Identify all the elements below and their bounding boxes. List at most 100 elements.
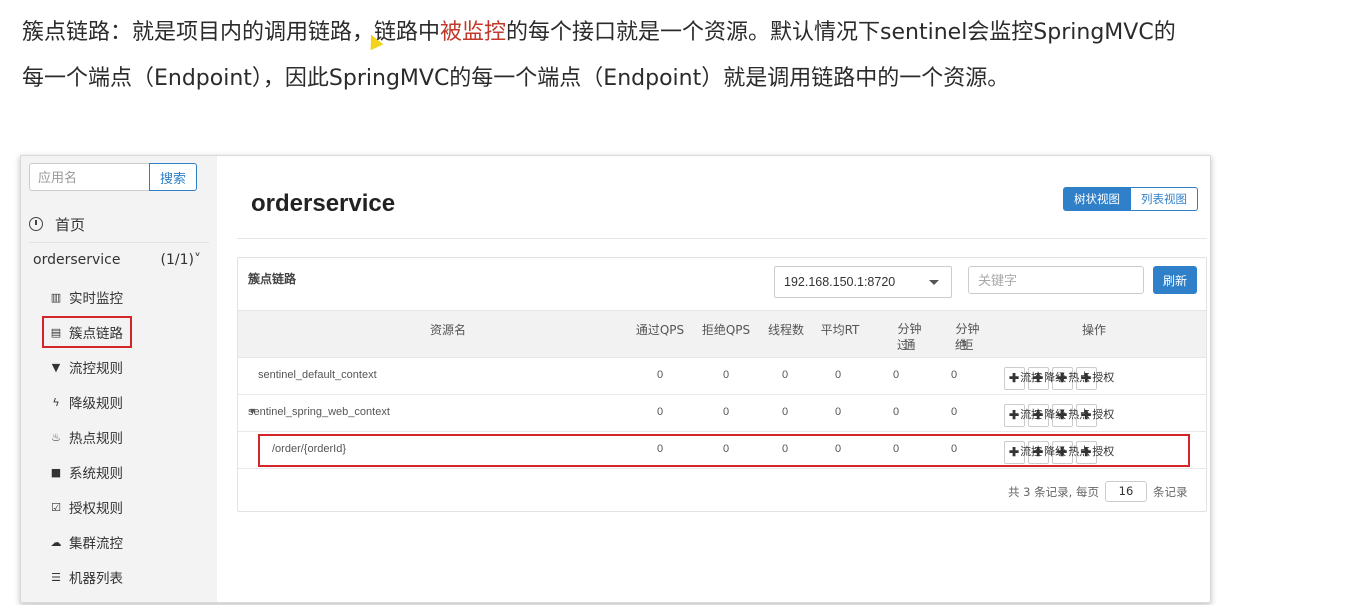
cell-threads: 0 [781, 406, 789, 418]
table-header: 资源名 通过QPS 拒绝QPS 线程数 平均RT 分钟通过 分钟拒绝 操作 [238, 310, 1206, 358]
cell-block-qps: 0 [722, 369, 730, 381]
main-content: orderservice 树状视图 列表视图 簇点链路 192.168.150.… [217, 156, 1210, 602]
column-header: 拒绝QPS [701, 323, 751, 337]
column-header-line: 绝 [955, 338, 968, 352]
app-count-text: (1/1) [160, 252, 194, 268]
table-row: ▼ sentinel_spring_web_context 0 0 0 0 0 0… [238, 396, 1206, 432]
sentinel-dashboard: 搜索 首页 orderservice (1/1)˅ ▥ 实时监控 ▤ 簇点链路 ▼ 流… [20, 155, 1211, 603]
cloud-icon: ☁ [50, 535, 62, 549]
op-label: 流控 [1020, 409, 1043, 421]
column-header: 操作 [1081, 323, 1106, 337]
sidebar-item-degrade-rules[interactable]: ϟ 降级规则 [49, 391, 123, 413]
row-actions: ✚ 流控 ✚ 降级 ✚ 热点 ✚ 授权 [1004, 367, 1114, 390]
sidebar-divider [29, 242, 209, 243]
nav-home-label: 首页 [55, 215, 86, 234]
caret-down-icon [929, 280, 939, 285]
sidebar-item-label: 授权规则 [69, 501, 123, 517]
cell-min-pass: 0 [892, 369, 900, 381]
highlight-box [258, 434, 1190, 467]
column-header-min-block: 分钟拒绝 [930, 321, 980, 352]
sidebar-item-label: 簇点链路 [69, 326, 123, 342]
column-header-min-pass: 分钟通过 [872, 321, 922, 352]
add-flow-rule-button[interactable]: ✚ 流控 [1004, 367, 1042, 390]
app-search: 搜索 [29, 163, 197, 191]
cell-pass-qps: 0 [656, 369, 664, 381]
machine-select[interactable]: 192.168.150.1:8720 [774, 266, 952, 298]
sidebar-item-label: 实时监控 [69, 291, 123, 307]
row-actions: ✚ 流控 ✚ 降级 ✚ 热点 ✚ 授权 [1004, 404, 1114, 427]
column-header: 资源名 [429, 323, 466, 337]
add-flow-rule-button[interactable]: ✚ 流控 [1004, 404, 1042, 427]
sidebar-item-label: 流控规则 [69, 361, 123, 377]
intro-highlight: 被监控 [440, 20, 507, 45]
sidebar-item-label: 降级规则 [69, 396, 123, 412]
intro-line-2: 每一个端点（Endpoint），因此SpringMVC的每一个端点（Endpoi… [22, 66, 1010, 91]
sidebar-item-cluster-flow[interactable]: ☁ 集群流控 [49, 531, 124, 553]
app-search-input[interactable] [29, 163, 149, 191]
list-view-button[interactable]: 列表视图 [1131, 187, 1198, 211]
cell-min-pass: 0 [892, 406, 900, 418]
refresh-button[interactable]: 刷新 [1153, 266, 1197, 294]
resource-name: sentinel_default_context [258, 369, 377, 381]
app-search-button[interactable]: 搜索 [149, 163, 197, 191]
sidebar-item-label: 热点规则 [69, 431, 123, 447]
column-header: 平均RT [820, 323, 860, 337]
cell-block-qps: 0 [722, 406, 730, 418]
sidebar-item-system-rules[interactable]: ■ 系统规则 [49, 461, 123, 483]
nav-home[interactable]: 首页 [29, 212, 85, 236]
column-header: 线程数 [767, 323, 804, 337]
view-toggle: 树状视图 列表视图 [1063, 187, 1198, 211]
bolt-icon: ϟ [52, 395, 60, 409]
plus-icon: ✚ [1009, 408, 1020, 422]
sidebar-item-cluster-link[interactable]: ▤ 簇点链路 [42, 316, 132, 348]
cell-avg-rt: 0 [834, 406, 842, 418]
keyword-input[interactable] [968, 266, 1144, 294]
app-name: orderservice [33, 252, 121, 268]
intro-text: 簇点链路：就是项目内的调用链路，链路中被监控的每个接口就是一个资源。默认情况下s… [22, 10, 1352, 102]
pagination: 共 3 条记录, 每页 16 条记录 [1008, 481, 1187, 502]
op-label: 降级 [1044, 372, 1067, 384]
sidebar-item-hotspot-rules[interactable]: ♨ 热点规则 [49, 426, 123, 448]
resource-name-text: sentinel_spring_web_context [248, 406, 390, 418]
sidebar-item-label: 系统规则 [69, 466, 123, 482]
pager-suffix: 条记录 [1152, 484, 1188, 499]
op-label: 热点 [1068, 409, 1091, 421]
list-icon: ▤ [50, 325, 62, 339]
sidebar-item-realtime[interactable]: ▥ 实时监控 [49, 286, 123, 308]
pager-prefix: 共 3 条记录, 每页 [1008, 484, 1099, 499]
page-title: orderservice [251, 190, 396, 217]
op-label: 降级 [1044, 409, 1067, 421]
cell-threads: 0 [781, 369, 789, 381]
title-divider [237, 238, 1207, 239]
page-size-input[interactable]: 16 [1104, 481, 1147, 502]
machine-select-value: 192.168.150.1:8720 [784, 275, 896, 289]
sidebar-item-auth-rules[interactable]: ☑ 授权规则 [49, 496, 123, 518]
fire-icon: ♨ [51, 430, 61, 444]
op-label: 授权 [1092, 409, 1115, 421]
check-square-icon: ☑ [51, 500, 61, 514]
cell-min-block: 0 [950, 369, 958, 381]
column-header-line: 过 [897, 338, 910, 352]
op-label: 授权 [1092, 372, 1115, 384]
app-group-orderservice[interactable]: orderservice (1/1)˅ [33, 252, 201, 272]
column-header: 通过QPS [635, 323, 685, 337]
sidebar-item-flow-rules[interactable]: ▼ 流控规则 [49, 356, 123, 378]
bar-chart-icon: ▥ [50, 290, 62, 304]
op-label: 热点 [1068, 372, 1091, 384]
filter-icon: ▼ [51, 360, 61, 374]
sidebar-item-label: 集群流控 [69, 536, 123, 552]
sidebar-item-label: 机器列表 [69, 571, 123, 587]
sidebar: 搜索 首页 orderservice (1/1)˅ ▥ 实时监控 ▤ 簇点链路 ▼ 流… [21, 156, 209, 602]
list-ul-icon: ☰ [51, 570, 61, 584]
panel-title: 簇点链路 [248, 272, 297, 286]
plus-icon: ✚ [1009, 371, 1020, 385]
lock-icon: ■ [50, 465, 62, 479]
tree-view-button[interactable]: 树状视图 [1063, 187, 1131, 211]
cell-avg-rt: 0 [834, 369, 842, 381]
cell-min-block: 0 [950, 406, 958, 418]
op-label: 流控 [1020, 372, 1043, 384]
resource-panel: 簇点链路 192.168.150.1:8720 刷新 资源名 通过QPS 拒绝Q… [237, 257, 1207, 512]
intro-line-1-b: 的每个接口就是一个资源。默认情况下sentinel会监控SpringMVC的 [506, 20, 1176, 45]
sidebar-item-machines[interactable]: ☰ 机器列表 [49, 566, 123, 588]
table-row: sentinel_default_context 0 0 0 0 0 0 ✚ 流控… [238, 359, 1206, 395]
